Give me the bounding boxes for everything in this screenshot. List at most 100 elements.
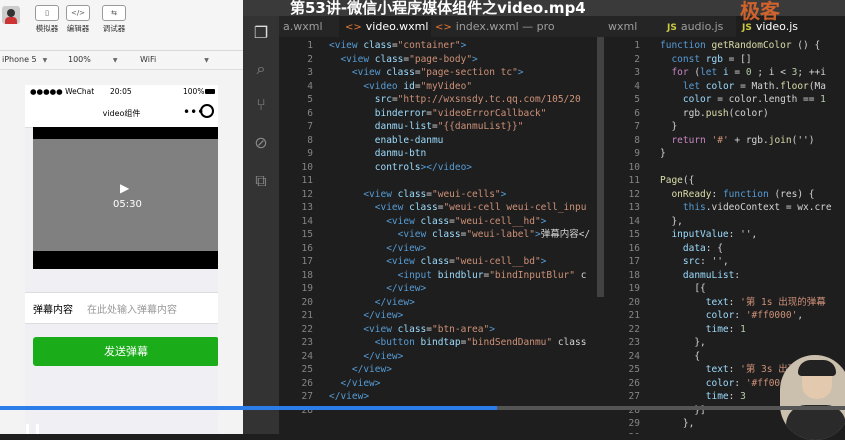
code-line[interactable]: </view> <box>329 282 590 296</box>
code-token: src <box>682 256 701 267</box>
code-line[interactable]: </view> <box>329 296 590 310</box>
code-line[interactable]: [{ <box>660 282 832 296</box>
line-number: 26 <box>628 377 640 389</box>
code-line[interactable]: inputValue: '', <box>660 228 832 242</box>
tab-wxml[interactable]: wxml <box>606 16 658 37</box>
play-icon[interactable]: ▶ <box>120 181 129 195</box>
code-line[interactable]: <view class="weui-cell__bd"> <box>329 255 590 269</box>
source-control-icon[interactable]: ⑂ <box>243 90 279 120</box>
debug-icon[interactable]: ⊘ <box>243 128 279 158</box>
code-line[interactable]: return '#' + rgb.join('') <box>660 134 832 148</box>
code-line[interactable]: Page({ <box>660 174 832 188</box>
code-line[interactable]: </view> <box>329 309 590 323</box>
code-line[interactable]: danmu-list="{{danmuList}}" <box>329 120 590 134</box>
code-line[interactable]: text: '第 1s 出现的弹幕 <box>660 296 832 310</box>
danmu-label: 弹幕内容 <box>33 305 73 316</box>
code-line[interactable]: let color = Math.floor(Ma <box>660 80 832 94</box>
code-token: "bindInputBlur" <box>489 269 575 281</box>
code-line[interactable]: for (let i = 0 ; i < 3; ++i <box>660 66 832 80</box>
code-line[interactable]: }, <box>660 215 832 229</box>
code-token: </view> <box>363 350 404 362</box>
tab-index-wxml[interactable]: <> index.wxml — pro <box>429 16 615 37</box>
tab-audio-js[interactable]: JS audio.js <box>661 16 737 37</box>
code-token: (color) <box>728 107 769 119</box>
pause-icon[interactable] <box>26 424 29 434</box>
code-line[interactable]: this.videoContext = wx.cre <box>660 201 832 215</box>
video-player[interactable]: ▶ 05:30 <box>33 127 218 269</box>
code-line[interactable]: <view class="page-body"> <box>329 53 590 67</box>
code-line[interactable]: controls></video> <box>329 161 590 175</box>
code-line[interactable]: } <box>660 120 832 134</box>
code-token: text <box>705 364 729 375</box>
search-icon[interactable]: ⌕ <box>243 54 279 84</box>
code-line[interactable]: } <box>660 147 832 161</box>
zoom-select[interactable]: 100% ▼ <box>68 54 118 66</box>
code-line[interactable]: <view class="container"> <box>329 39 590 53</box>
code-token: enable-danmu <box>374 134 444 146</box>
code-line[interactable]: </view> <box>329 377 590 391</box>
code-line[interactable]: enable-danmu <box>329 134 590 148</box>
line-number: 9 <box>307 148 313 159</box>
files-icon[interactable]: ❐ <box>243 18 279 48</box>
code-line[interactable] <box>329 174 590 188</box>
code-line[interactable]: }, <box>660 336 832 350</box>
code-line[interactable]: <view class="btn-area"> <box>329 323 590 337</box>
code-line[interactable]: danmuList: <box>660 269 832 283</box>
code-line[interactable]: <view class="weui-label">弹幕内容</ <box>329 228 591 242</box>
code-token: "page-body" <box>409 53 473 65</box>
device-select[interactable]: iPhone 5 ▼ <box>2 54 47 66</box>
debugger-tool-button[interactable]: ⇆ 调试器 <box>92 2 136 48</box>
code-line[interactable]: danmu-btn <box>329 147 590 161</box>
code-line[interactable]: </view> <box>329 242 590 256</box>
code-token: ; i < <box>751 67 792 78</box>
tab-video-wxml[interactable]: <> video.wxml <box>339 16 431 37</box>
extensions-icon[interactable]: ⧉ <box>243 166 279 196</box>
code-line[interactable]: time: 1 <box>660 323 832 337</box>
js-file-icon: JS <box>667 23 677 33</box>
code-line[interactable]: <view class="page-section tc"> <box>329 66 590 80</box>
code-token: danmu-list <box>374 121 432 132</box>
danmu-input[interactable]: 在此处输入弹幕内容 <box>87 301 177 316</box>
code-line[interactable]: </view> <box>329 363 590 377</box>
code-line[interactable]: src: '', <box>660 255 832 269</box>
line-number: 27 <box>628 391 640 402</box>
code-line[interactable]: function getRandomColor () { <box>660 39 832 53</box>
code-line[interactable]: data: { <box>660 242 832 256</box>
code-line[interactable] <box>660 161 832 175</box>
code-line[interactable]: <video id="myVideo" <box>329 80 590 94</box>
code-line[interactable]: binderror="videoErrorCallback" <box>329 107 590 121</box>
close-circle-icon[interactable] <box>200 104 214 118</box>
line-number: 8 <box>307 134 313 146</box>
tab-a-wxml[interactable]: a.wxml <box>279 16 338 37</box>
left-tab-bar: a.wxml <> video.wxml <> index.wxml — pro <box>279 16 615 37</box>
code-line[interactable]: color: '#ff0000', <box>660 309 832 323</box>
left-editor[interactable]: 1 2 3 4 5 6 7 8 9 10 11 12 13 14 15 16 17 18 19 20 21 22 23 24 2… <box>279 37 606 434</box>
code-line[interactable]: const rgb = [] <box>660 53 832 67</box>
code-line[interactable]: <view class="weui-cells"> <box>329 188 590 202</box>
code-line[interactable]: <view class="weui-cell weui-cell_inpu <box>329 201 590 215</box>
code-area[interactable]: <view class="container"> <view class="pa… <box>329 39 590 417</box>
code-line[interactable]: <view class="weui-cell__hd"> <box>329 215 590 229</box>
code-line[interactable]: color = color.length == 1 <box>660 93 832 107</box>
code-line[interactable]: onReady: function (res) { <box>660 188 832 202</box>
avatar[interactable] <box>2 6 20 24</box>
code-line[interactable]: src="http://wxsnsdy.tc.qq.com/105/20 <box>329 93 590 107</box>
code-token: class <box>363 40 392 51</box>
code-line[interactable]: </view> <box>329 350 590 364</box>
code-line[interactable]: </view> <box>329 390 590 404</box>
code-token: floor <box>780 80 809 92</box>
chevron-down-icon: ▼ <box>112 57 118 64</box>
send-danmu-button[interactable]: 发送弹幕 <box>33 337 218 366</box>
scrollbar[interactable] <box>597 37 604 297</box>
video-progress-bar[interactable] <box>0 406 845 410</box>
code-line[interactable]: rgb.push(color) <box>660 107 832 121</box>
network-select[interactable]: WiFi ▼ <box>140 54 209 66</box>
code-line[interactable]: <input bindblur="bindInputBlur" c <box>329 269 590 283</box>
code-token: { <box>660 350 701 362</box>
code-token: class <box>397 323 427 335</box>
code-line[interactable]: <button bindtap="bindSendDanmu" class <box>329 336 590 350</box>
video-screen[interactable]: ▶ 05:30 <box>33 139 218 251</box>
